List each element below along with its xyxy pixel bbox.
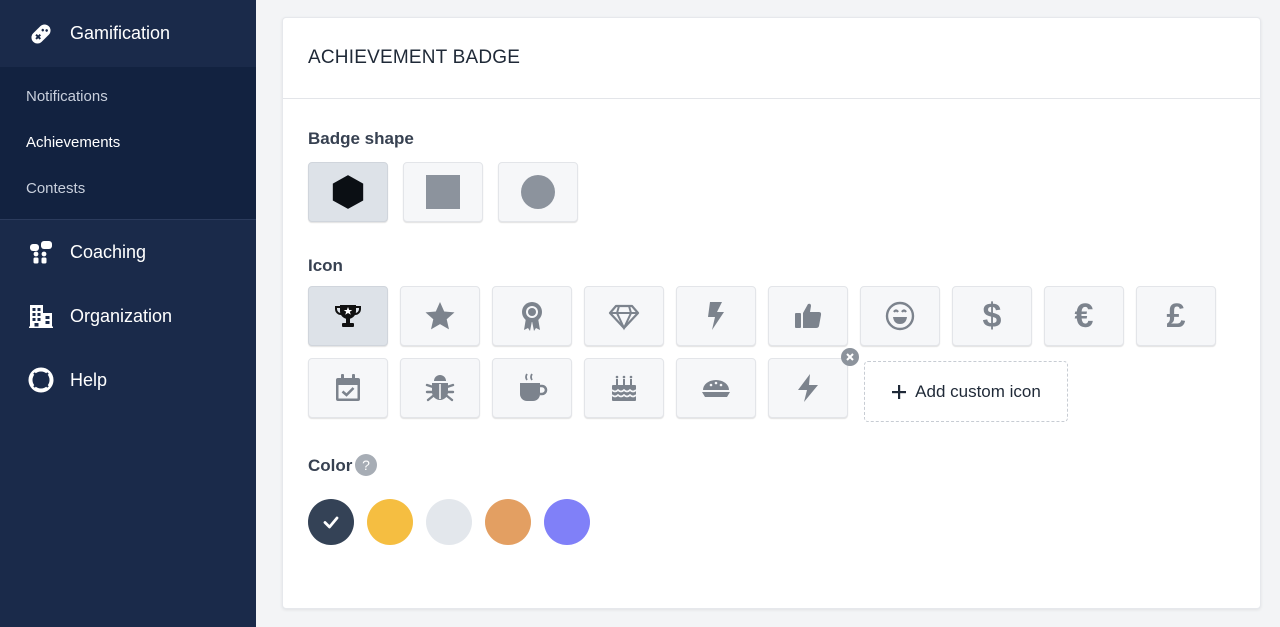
badge-shape-hexagon-option[interactable]: [308, 162, 388, 222]
color-swatch-dark[interactable]: [308, 499, 354, 545]
add-custom-icon-button[interactable]: Add custom icon: [864, 361, 1068, 422]
badge-shape-label: Badge shape: [308, 129, 414, 148]
check-icon: [323, 516, 339, 529]
badge-shape-circle-option[interactable]: [498, 162, 578, 222]
thumbs-up-icon: [795, 303, 822, 328]
add-custom-icon-label: Add custom icon: [915, 381, 1041, 401]
birthday-cake-icon: [611, 375, 637, 401]
trophy-icon: [335, 305, 361, 327]
icon-option-award[interactable]: [492, 286, 572, 346]
star-icon: [425, 302, 455, 330]
badge-shape-square-option[interactable]: [403, 162, 483, 222]
smile-icon: [885, 301, 915, 331]
sidebar-item-organization[interactable]: Organization: [0, 284, 256, 348]
icon-option-custom-bolt[interactable]: [768, 358, 848, 418]
sidebar-subitem-contests[interactable]: Contests: [0, 165, 256, 211]
sidebar-item-label: Organization: [70, 305, 173, 326]
icon-option-calendar-check[interactable]: [308, 358, 388, 418]
circle-shape-icon: [521, 175, 555, 209]
sidebar-item-gamification[interactable]: Gamification: [0, 0, 256, 67]
color-swatch-purple[interactable]: [544, 499, 590, 545]
sidebar-subitem-notifications[interactable]: Notifications: [0, 73, 256, 119]
icon-option-pound[interactable]: £: [1136, 286, 1216, 346]
sidebar-item-coaching[interactable]: Coaching: [0, 220, 256, 284]
coaching-icon: [26, 237, 56, 267]
icon-option-pie[interactable]: [676, 358, 756, 418]
close-icon: [846, 353, 854, 361]
sidebar-item-label: Coaching: [70, 241, 147, 262]
calendar-check-icon: [336, 374, 360, 401]
sidebar-subnav: Notifications Achievements Contests: [0, 67, 256, 220]
card-header: ACHIEVEMENT BADGE: [283, 18, 1260, 99]
icon-label: Icon: [308, 256, 343, 275]
icon-option-bolt[interactable]: [676, 286, 756, 346]
icon-option-trophy[interactable]: [308, 286, 388, 346]
icon-option-dollar[interactable]: $: [952, 286, 1032, 346]
hexagon-shape-icon: [332, 175, 364, 209]
icon-option-thumbs-up[interactable]: [768, 286, 848, 346]
pie-icon: [702, 380, 730, 397]
icon-option-gem[interactable]: [584, 286, 664, 346]
sidebar-item-help[interactable]: Help: [0, 348, 256, 412]
icon-option-bug[interactable]: [400, 358, 480, 418]
custom-bolt-icon: [798, 374, 818, 402]
icon-option-cake[interactable]: [584, 358, 664, 418]
color-label: Color: [308, 456, 353, 475]
sidebar-item-label: Gamification: [70, 23, 171, 43]
dollar-icon: $: [982, 296, 1002, 335]
remove-custom-icon-button[interactable]: [841, 348, 859, 366]
plus-icon: [892, 384, 907, 399]
sidebar-item-label: Help: [70, 369, 108, 390]
color-swatch-light-gray[interactable]: [426, 499, 472, 545]
achievement-badge-card: ACHIEVEMENT BADGE Badge shape Icon $ € £: [282, 17, 1261, 609]
page-title: ACHIEVEMENT BADGE: [308, 47, 521, 68]
euro-icon: €: [1074, 296, 1094, 335]
bug-icon: [425, 375, 455, 402]
icon-option-star[interactable]: [400, 286, 480, 346]
icon-option-smile[interactable]: [860, 286, 940, 346]
sidebar-subitem-achievements[interactable]: Achievements: [0, 119, 256, 165]
sidebar: Gamification Notifications Achievements …: [0, 0, 256, 627]
gem-icon: [608, 304, 640, 331]
lifebuoy-icon: [26, 365, 56, 395]
help-icon[interactable]: ?: [355, 454, 377, 476]
coffee-icon: [520, 373, 548, 401]
building-icon: [26, 301, 56, 331]
icon-option-euro[interactable]: €: [1044, 286, 1124, 346]
icon-option-coffee[interactable]: [492, 358, 572, 418]
color-swatch-yellow[interactable]: [367, 499, 413, 545]
pound-icon: £: [1166, 296, 1186, 335]
bolt-icon: [708, 302, 724, 330]
square-shape-icon: [426, 175, 460, 209]
award-ribbon-icon: [522, 302, 542, 331]
gamepad-icon: [26, 19, 56, 49]
color-swatch-orange[interactable]: [485, 499, 531, 545]
